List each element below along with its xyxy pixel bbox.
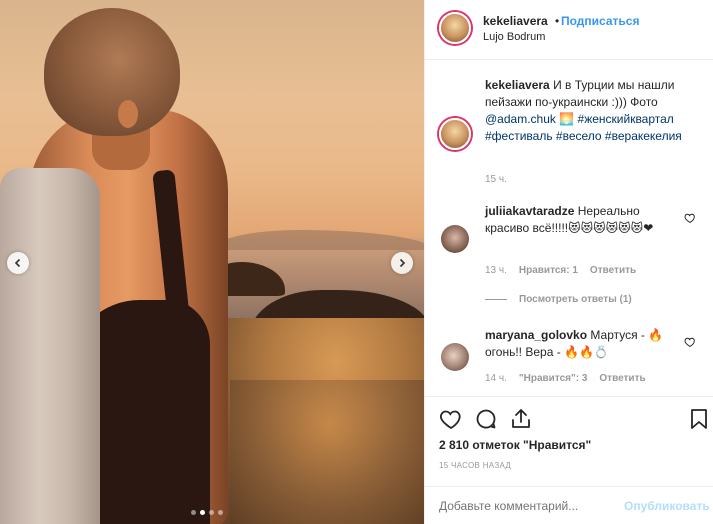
post-actions: 2 810 отметок "Нравится" 15 ЧАСОВ НАЗАД <box>425 396 713 486</box>
view-replies-label: Посмотреть ответы (1) <box>519 294 632 305</box>
carousel-dot <box>209 510 214 515</box>
heart-icon[interactable] <box>684 336 696 348</box>
caption-avatar[interactable] <box>439 118 471 150</box>
like-heart-icon[interactable] <box>439 407 463 431</box>
carousel-dots <box>191 510 223 515</box>
comment-likes[interactable]: "Нравится": 3 <box>519 373 588 384</box>
header-username[interactable]: kekeliavera <box>483 14 548 28</box>
comment-avatar[interactable] <box>441 225 469 253</box>
photo-ear <box>118 100 138 128</box>
caption-username[interactable]: kekeliavera <box>485 78 550 92</box>
avatar[interactable] <box>439 12 471 44</box>
reply-button[interactable]: Ответить <box>599 373 645 384</box>
comment-time: 14 ч. <box>485 373 507 384</box>
heart-icon[interactable] <box>684 212 696 224</box>
caption-emoji: 🌅 <box>559 112 575 126</box>
comment-bubble-icon[interactable] <box>474 407 498 431</box>
chevron-left-icon <box>14 258 21 268</box>
photo-hills <box>212 230 424 250</box>
reply-button[interactable]: Ответить <box>590 265 636 276</box>
post-header: kekeliavera • Подписаться Lujo Bodrum <box>425 0 713 60</box>
replies-divider <box>485 299 507 300</box>
post-photo[interactable] <box>0 0 424 524</box>
photo-grass-front <box>230 380 424 524</box>
comment: maryana_golovko Мартуся - 🔥 огонь!! Вера… <box>485 327 675 361</box>
comments-list[interactable]: kekeliavera И в Турции мы нашли пейзажи … <box>425 60 713 396</box>
comment-username[interactable]: maryana_golovko <box>485 328 587 342</box>
comment-username[interactable]: juliiakavtaradze <box>485 204 574 218</box>
posted-time: 15 ЧАСОВ НАЗАД <box>439 461 512 470</box>
carousel-dot <box>218 510 223 515</box>
add-comment-bar: Опубликовать <box>425 486 713 524</box>
comment-meta: 14 ч. "Нравится": 3 Ответить <box>485 373 646 384</box>
post-side-panel: kekeliavera • Подписаться Lujo Bodrum ke… <box>424 0 713 524</box>
comment-meta: 13 ч. Нравится: 1 Ответить <box>485 265 636 276</box>
location-link[interactable]: Lujo Bodrum <box>483 31 545 43</box>
carousel-dot-active <box>200 510 205 515</box>
photo-hair <box>44 8 180 136</box>
comment: juliiakavtaradze Нереально красиво всё!!… <box>485 203 675 237</box>
caption-time: 15 ч. <box>485 174 507 185</box>
follow-button[interactable]: Подписаться <box>561 14 639 28</box>
publish-button[interactable]: Опубликовать <box>624 499 710 513</box>
header-separator: • <box>555 14 560 28</box>
comment-avatar[interactable] <box>441 343 469 371</box>
caption-mention[interactable]: @adam.chuk <box>485 112 556 126</box>
caption: kekeliavera И в Турции мы нашли пейзажи … <box>485 77 703 145</box>
carousel-dot <box>191 510 196 515</box>
comment-likes[interactable]: Нравится: 1 <box>519 265 578 276</box>
photo-jacket <box>0 168 100 524</box>
share-icon[interactable] <box>509 407 533 431</box>
view-replies-button[interactable]: Посмотреть ответы (1) <box>485 294 632 305</box>
carousel-next-button[interactable] <box>391 252 413 274</box>
comment-time: 13 ч. <box>485 265 507 276</box>
comment-input[interactable] <box>439 499 609 513</box>
bookmark-icon[interactable] <box>687 407 711 431</box>
carousel-prev-button[interactable] <box>7 252 29 274</box>
chevron-right-icon <box>399 258 406 268</box>
likes-count[interactable]: 2 810 отметок "Нравится" <box>439 438 591 452</box>
